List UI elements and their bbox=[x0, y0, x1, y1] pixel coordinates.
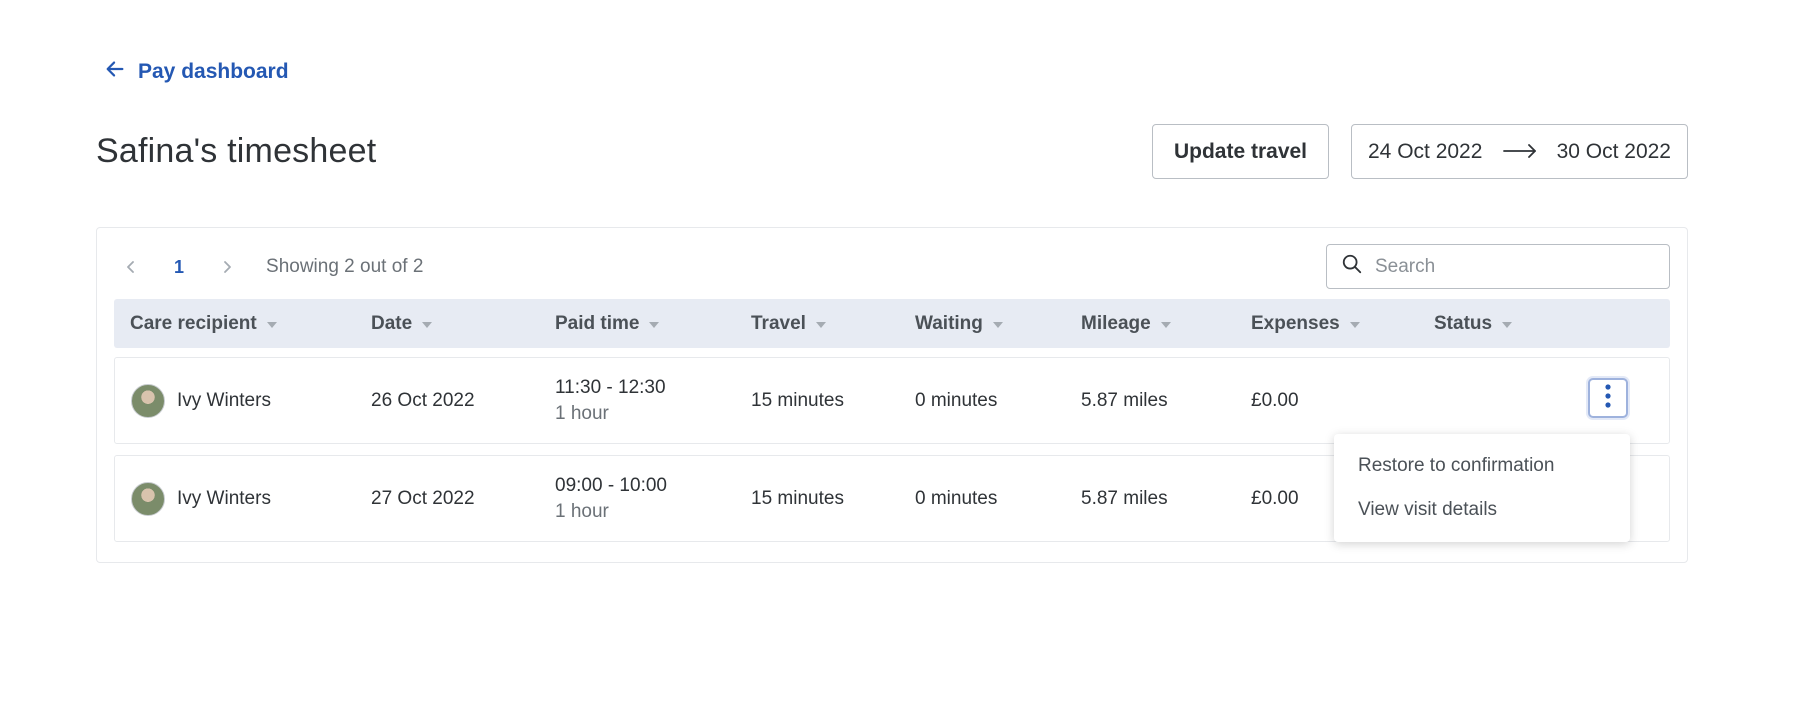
sort-caret-icon bbox=[992, 321, 1003, 328]
table-header: Care recipient Date Paid time Travel Wai… bbox=[114, 299, 1670, 348]
mileage-cell: 5.87 miles bbox=[1081, 487, 1168, 509]
column-care-recipient[interactable]: Care recipient bbox=[130, 299, 277, 348]
date-cell: 26 Oct 2022 bbox=[371, 389, 475, 411]
sort-caret-icon bbox=[1160, 321, 1171, 328]
mileage-cell: 5.87 miles bbox=[1081, 389, 1168, 411]
arrow-right-icon bbox=[1502, 140, 1537, 164]
chevron-right-icon[interactable] bbox=[218, 258, 236, 276]
date-cell: 27 Oct 2022 bbox=[371, 487, 475, 509]
date-range-picker[interactable]: 24 Oct 2022 30 Oct 2022 bbox=[1351, 124, 1688, 179]
care-recipient-cell: Ivy Winters bbox=[131, 456, 271, 541]
paid-time-cell: 09:00 - 10:00 1 hour bbox=[555, 474, 667, 522]
search-input[interactable] bbox=[1373, 254, 1657, 279]
sort-caret-icon bbox=[1349, 321, 1360, 328]
back-link-label: Pay dashboard bbox=[138, 60, 289, 83]
sort-caret-icon bbox=[649, 321, 660, 328]
sort-caret-icon bbox=[422, 321, 433, 328]
column-status[interactable]: Status bbox=[1434, 299, 1513, 348]
column-travel[interactable]: Travel bbox=[751, 299, 826, 348]
back-link-pay-dashboard[interactable]: Pay dashboard bbox=[104, 56, 289, 88]
page-number[interactable]: 1 bbox=[174, 257, 184, 278]
row-actions-menu: Restore to confirmation View visit detai… bbox=[1334, 434, 1630, 542]
expenses-cell: £0.00 bbox=[1251, 389, 1299, 411]
date-from: 24 Oct 2022 bbox=[1368, 139, 1483, 163]
paid-time-cell: 11:30 - 12:30 1 hour bbox=[555, 376, 666, 424]
menu-item-view-visit-details[interactable]: View visit details bbox=[1334, 488, 1630, 532]
sort-caret-icon bbox=[1502, 321, 1513, 328]
avatar bbox=[131, 481, 165, 516]
search-box bbox=[1326, 244, 1670, 289]
column-paid-time[interactable]: Paid time bbox=[555, 299, 660, 348]
sort-caret-icon bbox=[266, 321, 277, 328]
care-recipient-cell: Ivy Winters bbox=[131, 358, 271, 443]
expenses-cell: £0.00 bbox=[1251, 487, 1299, 509]
waiting-cell: 0 minutes bbox=[915, 487, 998, 509]
menu-item-restore-to-confirmation[interactable]: Restore to confirmation bbox=[1334, 444, 1630, 488]
arrow-left-icon bbox=[104, 58, 126, 86]
column-date[interactable]: Date bbox=[371, 299, 433, 348]
chevron-left-icon[interactable] bbox=[122, 258, 140, 276]
table-row[interactable]: Ivy Winters 26 Oct 2022 11:30 - 12:30 1 … bbox=[114, 357, 1670, 444]
column-waiting[interactable]: Waiting bbox=[915, 299, 1003, 348]
update-travel-button[interactable]: Update travel bbox=[1152, 124, 1329, 179]
avatar bbox=[131, 383, 165, 418]
showing-count: Showing 2 out of 2 bbox=[266, 256, 424, 277]
page-title: Safina's timesheet bbox=[96, 132, 377, 170]
waiting-cell: 0 minutes bbox=[915, 389, 998, 411]
column-mileage[interactable]: Mileage bbox=[1081, 299, 1171, 348]
date-to: 30 Oct 2022 bbox=[1556, 139, 1671, 163]
search-icon bbox=[1341, 253, 1363, 280]
kebab-menu-icon bbox=[1605, 383, 1611, 413]
sort-caret-icon bbox=[815, 321, 826, 328]
travel-cell: 15 minutes bbox=[751, 487, 844, 509]
row-actions-button[interactable] bbox=[1588, 378, 1628, 418]
travel-cell: 15 minutes bbox=[751, 389, 844, 411]
column-expenses[interactable]: Expenses bbox=[1251, 299, 1360, 348]
pagination: 1 Showing 2 out of 2 bbox=[122, 250, 423, 284]
